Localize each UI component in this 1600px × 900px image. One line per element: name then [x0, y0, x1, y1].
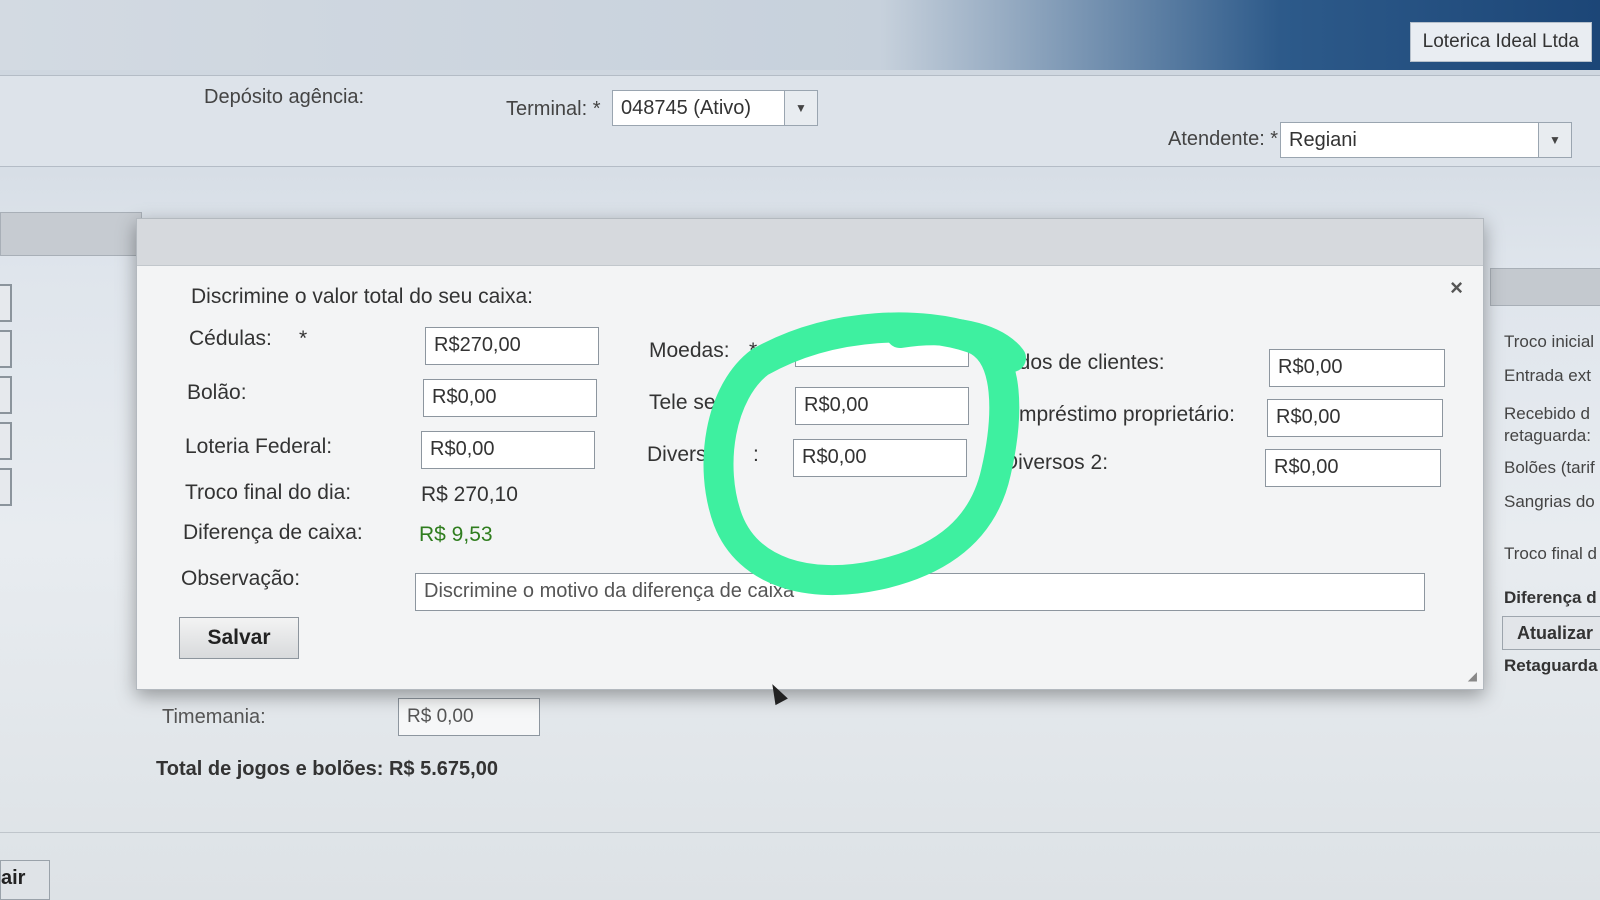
divider	[0, 832, 1600, 833]
moedas-required-mark: *	[749, 339, 758, 362]
troco-final-value: R$ 270,10	[421, 483, 518, 506]
bolao-field[interactable]: R$0,00	[423, 379, 597, 417]
cedulas-label: Cédulas:	[189, 327, 272, 350]
right-panel-item: Troco final d	[1504, 544, 1597, 563]
cedulas-field[interactable]: R$270,00	[425, 327, 599, 365]
right-panel-item: Bolões (tarif	[1504, 458, 1595, 477]
right-panel-item: retaguarda:	[1504, 426, 1591, 445]
left-edge-control[interactable]	[0, 284, 12, 322]
left-tab[interactable]	[0, 212, 142, 256]
resize-handle-icon[interactable]: ◢	[1468, 669, 1477, 683]
cash-breakdown-dialog: × Discrimine o valor total do seu caixa:…	[136, 218, 1484, 690]
timemania-field[interactable]: R$ 0,00	[398, 698, 540, 736]
loteria-federal-field[interactable]: R$0,00	[421, 431, 595, 469]
valores-clientes-field[interactable]: R$0,00	[1269, 349, 1445, 387]
left-edge-control[interactable]	[0, 330, 12, 368]
company-name: Loterica Ideal Ltda	[1409, 22, 1592, 62]
atendente-value: Regiani	[1289, 128, 1357, 151]
right-panel-item: Recebido d	[1504, 404, 1591, 423]
diversos-field[interactable]: R$0,00	[793, 439, 967, 477]
filter-header: Depósito agência: Terminal: * 048745 (At…	[0, 75, 1600, 167]
chevron-down-icon[interactable]: ▼	[784, 91, 817, 125]
observacao-input[interactable]: Discrimine o motivo da diferença de caix…	[415, 573, 1425, 611]
diversos-label: Diverso	[647, 443, 719, 466]
salvar-button[interactable]: Salvar	[179, 617, 299, 659]
terminal-label: Terminal: *	[506, 98, 601, 120]
left-edge-control[interactable]	[0, 468, 12, 506]
diversos-colon: :	[753, 443, 759, 466]
atualizar-button[interactable]: Atualizar	[1502, 616, 1600, 650]
chevron-down-icon[interactable]: ▼	[1538, 123, 1571, 157]
required-mark: *	[299, 327, 308, 350]
right-panel-item: Sangrias do	[1504, 492, 1595, 511]
valores-clientes-label: ados de clientes:	[1007, 351, 1165, 374]
timemania-label: Timemania:	[162, 706, 266, 728]
right-panel-header	[1490, 268, 1600, 306]
diferenca-caixa-label: Diferença de caixa:	[183, 521, 363, 544]
total-jogos-boloes: Total de jogos e bolões: R$ 5.675,00	[156, 758, 498, 780]
tele-servicos-field[interactable]: R$0,00	[795, 387, 969, 425]
bolao-label: Bolão:	[187, 381, 247, 404]
right-panel-item: Diferença d	[1504, 588, 1597, 607]
left-edge-control[interactable]	[0, 376, 12, 414]
close-icon[interactable]: ×	[1450, 275, 1463, 301]
moedas-field[interactable]	[795, 337, 969, 367]
troco-final-label: Troco final do dia:	[185, 481, 352, 504]
atendente-label: Atendente: *	[1168, 128, 1279, 150]
observacao-label: Observação:	[181, 567, 301, 590]
right-panel-item: Entrada ext	[1504, 366, 1591, 385]
diversos2-label: Diversos 2:	[1003, 451, 1109, 474]
retaguarda-label: Retaguarda	[1504, 656, 1598, 675]
terminal-select[interactable]: 048745 (Ativo) ▼	[612, 90, 818, 126]
tele-servicos-label: Tele ser	[649, 391, 723, 414]
loteria-federal-label: Loteria Federal:	[185, 435, 333, 458]
left-edge-control[interactable]	[0, 422, 12, 460]
top-bar: Loterica Ideal Ltda	[0, 0, 1600, 70]
right-panel-item: Troco inicial	[1504, 332, 1595, 351]
dialog-header	[137, 219, 1483, 266]
diversos2-field[interactable]: R$0,00	[1265, 449, 1441, 487]
terminal-value: 048745 (Ativo)	[621, 96, 752, 119]
diferenca-caixa-value: R$ 9,53	[419, 523, 493, 546]
atendente-select[interactable]: Regiani ▼	[1280, 122, 1572, 158]
emprestimo-field[interactable]: R$0,00	[1267, 399, 1443, 437]
emprestimo-label: Empréstimo proprietário:	[1005, 403, 1235, 426]
deposito-label: Depósito agência:	[204, 86, 365, 108]
dialog-title: Discrimine o valor total do seu caixa:	[191, 285, 533, 308]
sair-button[interactable]: air	[0, 860, 50, 900]
moedas-label: Moedas:	[649, 339, 730, 362]
